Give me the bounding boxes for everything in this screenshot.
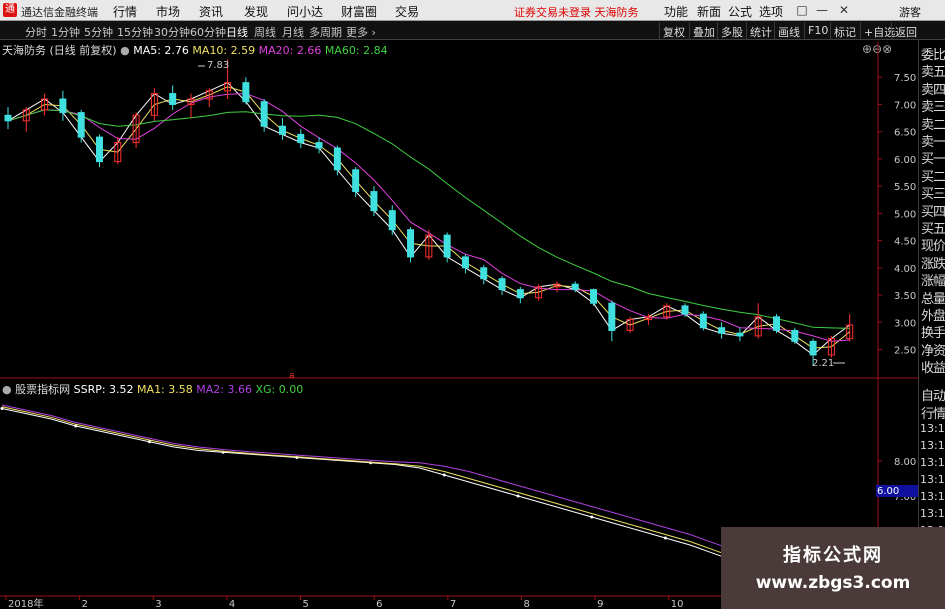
tick-time: 13:1 xyxy=(920,439,945,452)
candle-body xyxy=(59,98,67,114)
x-tick-label: 9 xyxy=(597,599,603,609)
candle-body xyxy=(315,142,323,149)
candle-body xyxy=(736,332,744,337)
candle-body xyxy=(699,313,707,329)
candle-body xyxy=(370,191,378,212)
x-tick-label: 2018年 xyxy=(8,597,43,609)
ma10-line xyxy=(7,86,851,349)
lower-y-tick-label: 8.00 xyxy=(894,457,916,468)
auto-quote-label[interactable]: 行情 xyxy=(921,403,945,422)
candle-body xyxy=(4,114,12,122)
quote-side-panel: 委比卖五 卖四卖三 卖二卖一买一 买二买三 买四买五现价 涨跌涨幅 总量外盘换手 净资收益自动… xyxy=(918,40,945,609)
candle-body xyxy=(809,340,817,356)
candle-body xyxy=(352,169,360,193)
quote-field-label: 总量 xyxy=(921,291,945,307)
x-tick-label: 10 xyxy=(671,599,684,609)
current-value-label: 6.00 xyxy=(877,486,899,497)
quote-field-label: 买二 xyxy=(921,169,945,185)
candle-body xyxy=(278,125,286,135)
watermark-title: 指标公式网 xyxy=(783,545,883,566)
quote-field-label: 买三 xyxy=(921,187,945,203)
quote-field-label: 换手 xyxy=(921,326,945,342)
ssrp-point xyxy=(516,494,520,498)
event-marker: a xyxy=(289,371,295,381)
y-tick-label: 5.00 xyxy=(894,209,916,220)
auto-quote-label[interactable]: 自动 xyxy=(921,385,945,404)
quote-field-label: 现价 xyxy=(921,239,945,255)
quote-field-label: 买五 xyxy=(921,222,945,237)
x-tick-label: 7 xyxy=(450,599,456,609)
y-tick-label: 7.50 xyxy=(894,73,916,84)
tick-time: 13:1 xyxy=(920,473,945,486)
ma5-line xyxy=(7,82,850,356)
candle-body xyxy=(590,289,598,304)
candle-body xyxy=(260,101,268,127)
ssrp-point xyxy=(442,473,446,477)
quote-field-label: 卖四 xyxy=(921,82,945,98)
quote-field-label: 涨跌 xyxy=(921,256,945,272)
candle-body xyxy=(608,302,616,331)
quote-field-label: 卖五 xyxy=(921,65,945,81)
candle-body xyxy=(571,283,579,291)
candle-body xyxy=(407,229,415,258)
quote-field-label: 收益 xyxy=(921,361,945,377)
candle-body xyxy=(773,316,781,331)
y-tick-label: 6.50 xyxy=(894,128,916,139)
candle-body xyxy=(718,327,726,334)
y-tick-label: 2.50 xyxy=(894,345,916,356)
candle-body xyxy=(480,267,488,280)
quote-field-label: 委比 xyxy=(921,48,945,63)
watermark-overlay: 指标公式网 www.zbgs3.com xyxy=(721,527,945,609)
x-tick-label: 2 xyxy=(82,599,88,609)
quote-field-label: 买一 xyxy=(921,152,945,168)
x-tick-label: 5 xyxy=(303,599,309,609)
y-tick-label: 3.50 xyxy=(894,291,916,302)
candle-body xyxy=(443,234,451,258)
quote-field-label: 卖一 xyxy=(921,135,945,150)
candle-body xyxy=(461,256,469,269)
y-tick-label: 4.00 xyxy=(894,264,916,275)
x-tick-label: 3 xyxy=(155,599,161,609)
tick-time: 13:1 xyxy=(920,456,945,469)
y-tick-label: 7.00 xyxy=(894,100,916,111)
candle-body xyxy=(297,133,305,144)
ssrp-point xyxy=(663,536,667,540)
tick-time: 13:1 xyxy=(920,507,945,520)
y-tick-label: 5.50 xyxy=(894,182,916,193)
price-chart[interactable]: 2.50 3.00 3.50 4.00 4.50 5.00 5.50 6.00 6.50 7.00… xyxy=(0,0,918,609)
low-price-label: 2.21 xyxy=(812,358,834,369)
x-tick-label: 4 xyxy=(229,599,235,609)
candle-body xyxy=(388,210,396,231)
x-tick-label: 6 xyxy=(376,599,382,609)
quote-field-label: 买四 xyxy=(921,204,945,220)
quote-field-label: 净资 xyxy=(921,343,945,359)
watermark-url: www.zbgs3.com xyxy=(755,573,911,593)
quote-field-label: 外盘 xyxy=(921,309,945,324)
x-tick-label: 8 xyxy=(523,599,529,609)
app-window: 通 通达信金融终端 行情 市场 资讯 发现 问小达 财富圈 交易 证券交易未登录… xyxy=(0,0,945,609)
candle-body xyxy=(791,329,799,342)
quote-field-label: 涨幅 xyxy=(921,274,945,290)
tick-time: 13:1 xyxy=(920,422,945,435)
candle-body xyxy=(169,93,177,105)
tick-time: 13:1 xyxy=(920,490,945,503)
candle-body xyxy=(516,289,524,299)
y-tick-label: 3.00 xyxy=(894,318,916,329)
candle-body xyxy=(242,82,250,103)
candle-body xyxy=(498,278,506,291)
y-tick-label: 4.50 xyxy=(894,237,916,248)
candle-body xyxy=(95,136,103,163)
ssrp-point xyxy=(590,515,594,519)
high-price-label: 7.83 xyxy=(207,60,229,71)
candle-body xyxy=(681,305,689,315)
candle-body xyxy=(333,147,341,171)
candle-body xyxy=(77,112,85,138)
quote-field-label: 卖三 xyxy=(921,100,945,116)
y-tick-label: 6.00 xyxy=(894,155,916,166)
quote-field-label: 卖二 xyxy=(921,117,945,133)
